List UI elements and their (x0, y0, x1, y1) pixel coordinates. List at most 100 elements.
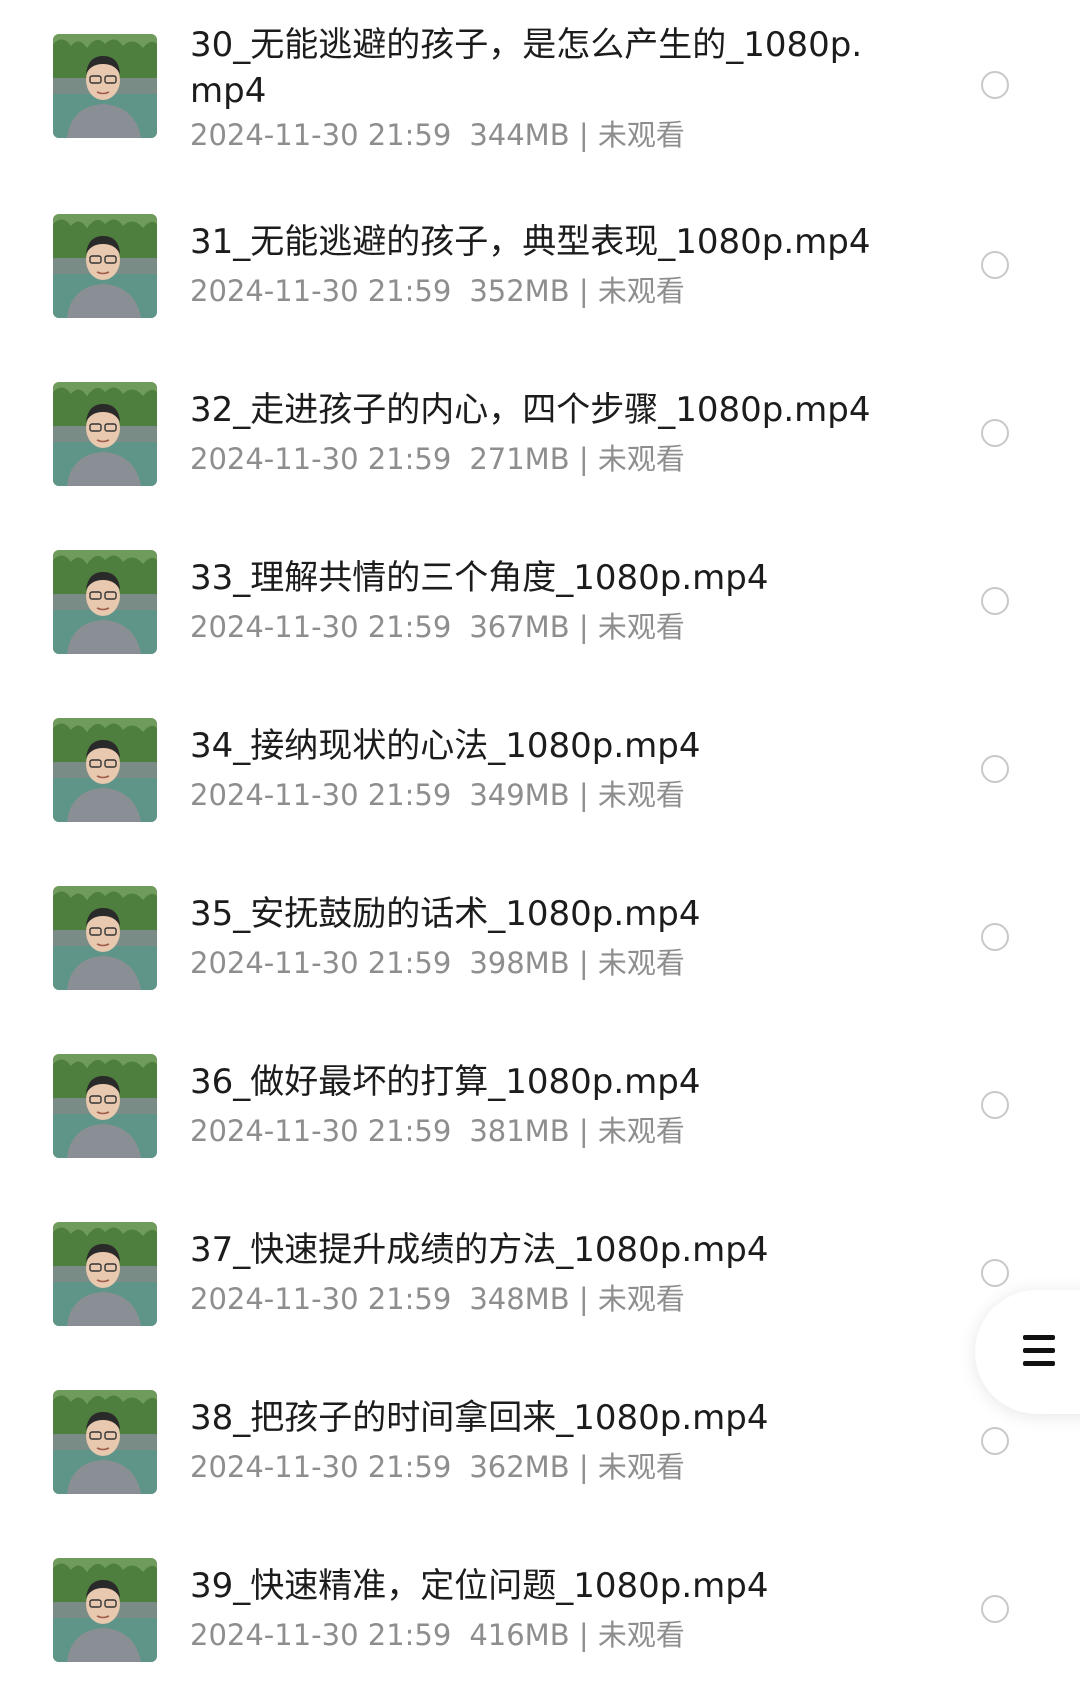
file-meta: 2024-11-30 21:59 398MB | 未观看 (190, 944, 685, 982)
file-title: 32_走进孩子的内心，四个步骤_1080p.mp4 (190, 390, 871, 430)
file-meta: 2024-11-30 21:59 349MB | 未观看 (190, 776, 685, 814)
file-size: 398MB (469, 946, 570, 980)
watch-status: 未观看 (597, 778, 685, 812)
video-thumbnail[interactable] (53, 886, 157, 990)
select-radio[interactable] (981, 923, 1009, 951)
watch-status: 未观看 (597, 1618, 685, 1652)
watch-status: 未观看 (597, 274, 685, 308)
file-size: 344MB (469, 118, 570, 152)
watch-status: 未观看 (597, 118, 685, 152)
file-size: 367MB (469, 610, 570, 644)
meta-separator: | (578, 1618, 589, 1652)
select-radio[interactable] (981, 1091, 1009, 1119)
select-radio[interactable] (981, 1595, 1009, 1623)
thumbnail-image (53, 1054, 157, 1158)
list-item[interactable]: 39_快速精准，定位问题_1080p.mp4 2024-11-30 21:59 4… (0, 1524, 1080, 1692)
video-thumbnail[interactable] (53, 214, 157, 318)
select-radio[interactable] (981, 419, 1009, 447)
select-radio[interactable] (981, 587, 1009, 615)
watch-status: 未观看 (597, 1450, 685, 1484)
thumbnail-image (53, 34, 157, 138)
video-thumbnail[interactable] (53, 718, 157, 822)
select-radio[interactable] (981, 755, 1009, 783)
thumbnail-image (53, 886, 157, 990)
file-size: 362MB (469, 1450, 570, 1484)
video-thumbnail[interactable] (53, 34, 157, 138)
list-item[interactable]: 34_接纳现状的心法_1080p.mp4 2024-11-30 21:59 349… (0, 684, 1080, 852)
list-item[interactable]: 38_把孩子的时间拿回来_1080p.mp4 2024-11-30 21:59 3… (0, 1356, 1080, 1524)
meta-separator: | (578, 118, 589, 152)
meta-separator: | (578, 274, 589, 308)
thumbnail-image (53, 1558, 157, 1662)
file-date: 2024-11-30 21:59 (190, 118, 452, 152)
list-item[interactable]: 33_理解共情的三个角度_1080p.mp4 2024-11-30 21:59 3… (0, 516, 1080, 684)
list-item[interactable]: 31_无能逃避的孩子，典型表现_1080p.mp4 2024-11-30 21:… (0, 180, 1080, 348)
file-meta: 2024-11-30 21:59 381MB | 未观看 (190, 1112, 685, 1150)
list-item[interactable]: 32_走进孩子的内心，四个步骤_1080p.mp4 2024-11-30 21:… (0, 348, 1080, 516)
file-date: 2024-11-30 21:59 (190, 274, 452, 308)
thumbnail-image (53, 718, 157, 822)
file-date: 2024-11-30 21:59 (190, 1282, 452, 1316)
file-title: 38_把孩子的时间拿回来_1080p.mp4 (190, 1398, 769, 1438)
video-thumbnail[interactable] (53, 1558, 157, 1662)
file-size: 348MB (469, 1282, 570, 1316)
watch-status: 未观看 (597, 1282, 685, 1316)
file-title: 30_无能逃避的孩子，是怎么产生的_1080p.mp4 (190, 25, 863, 111)
thumbnail-image (53, 214, 157, 318)
watch-status: 未观看 (597, 442, 685, 476)
meta-separator: | (578, 1114, 589, 1148)
file-title: 33_理解共情的三个角度_1080p.mp4 (190, 558, 769, 598)
select-radio[interactable] (981, 251, 1009, 279)
file-title: 39_快速精准，定位问题_1080p.mp4 (190, 1566, 769, 1606)
file-date: 2024-11-30 21:59 (190, 1618, 452, 1652)
file-date: 2024-11-30 21:59 (190, 946, 452, 980)
file-date: 2024-11-30 21:59 (190, 610, 452, 644)
thumbnail-image (53, 550, 157, 654)
meta-separator: | (578, 946, 589, 980)
meta-separator: | (578, 778, 589, 812)
thumbnail-image (53, 1390, 157, 1494)
meta-separator: | (578, 610, 589, 644)
file-meta: 2024-11-30 21:59 344MB | 未观看 (190, 116, 685, 154)
video-thumbnail[interactable] (53, 550, 157, 654)
file-title: 35_安抚鼓励的话术_1080p.mp4 (190, 894, 701, 934)
watch-status: 未观看 (597, 1114, 685, 1148)
file-title: 36_做好最坏的打算_1080p.mp4 (190, 1062, 701, 1102)
file-meta: 2024-11-30 21:59 362MB | 未观看 (190, 1448, 685, 1486)
file-meta: 2024-11-30 21:59 367MB | 未观看 (190, 608, 685, 646)
video-thumbnail[interactable] (53, 382, 157, 486)
select-radio[interactable] (981, 71, 1009, 99)
file-meta: 2024-11-30 21:59 416MB | 未观看 (190, 1616, 685, 1654)
file-size: 349MB (469, 778, 570, 812)
video-thumbnail[interactable] (53, 1054, 157, 1158)
video-thumbnail[interactable] (53, 1222, 157, 1326)
file-date: 2024-11-30 21:59 (190, 1450, 452, 1484)
file-size: 271MB (469, 442, 570, 476)
file-title: 34_接纳现状的心法_1080p.mp4 (190, 726, 701, 766)
thumbnail-image (53, 1222, 157, 1326)
watch-status: 未观看 (597, 610, 685, 644)
select-radio[interactable] (981, 1259, 1009, 1287)
file-meta: 2024-11-30 21:59 348MB | 未观看 (190, 1280, 685, 1318)
video-thumbnail[interactable] (53, 1390, 157, 1494)
list-item[interactable]: 30_无能逃避的孩子，是怎么产生的_1080p.mp4 2024-11-30 2… (0, 0, 1080, 168)
watch-status: 未观看 (597, 946, 685, 980)
thumbnail-image (53, 382, 157, 486)
file-meta: 2024-11-30 21:59 352MB | 未观看 (190, 272, 685, 310)
file-size: 381MB (469, 1114, 570, 1148)
list-item[interactable]: 36_做好最坏的打算_1080p.mp4 2024-11-30 21:59 381… (0, 1020, 1080, 1188)
file-title: 37_快速提升成绩的方法_1080p.mp4 (190, 1230, 769, 1270)
file-title: 31_无能逃避的孩子，典型表现_1080p.mp4 (190, 222, 871, 262)
list-item[interactable]: 35_安抚鼓励的话术_1080p.mp4 2024-11-30 21:59 398… (0, 852, 1080, 1020)
file-date: 2024-11-30 21:59 (190, 1114, 452, 1148)
select-radio[interactable] (981, 1427, 1009, 1455)
file-date: 2024-11-30 21:59 (190, 778, 452, 812)
file-size: 416MB (469, 1618, 570, 1652)
meta-separator: | (578, 442, 589, 476)
meta-separator: | (578, 1282, 589, 1316)
menu-icon (1023, 1335, 1055, 1374)
file-meta: 2024-11-30 21:59 271MB | 未观看 (190, 440, 685, 478)
file-date: 2024-11-30 21:59 (190, 442, 452, 476)
list-item[interactable]: 37_快速提升成绩的方法_1080p.mp4 2024-11-30 21:59 3… (0, 1188, 1080, 1356)
file-size: 352MB (469, 274, 570, 308)
